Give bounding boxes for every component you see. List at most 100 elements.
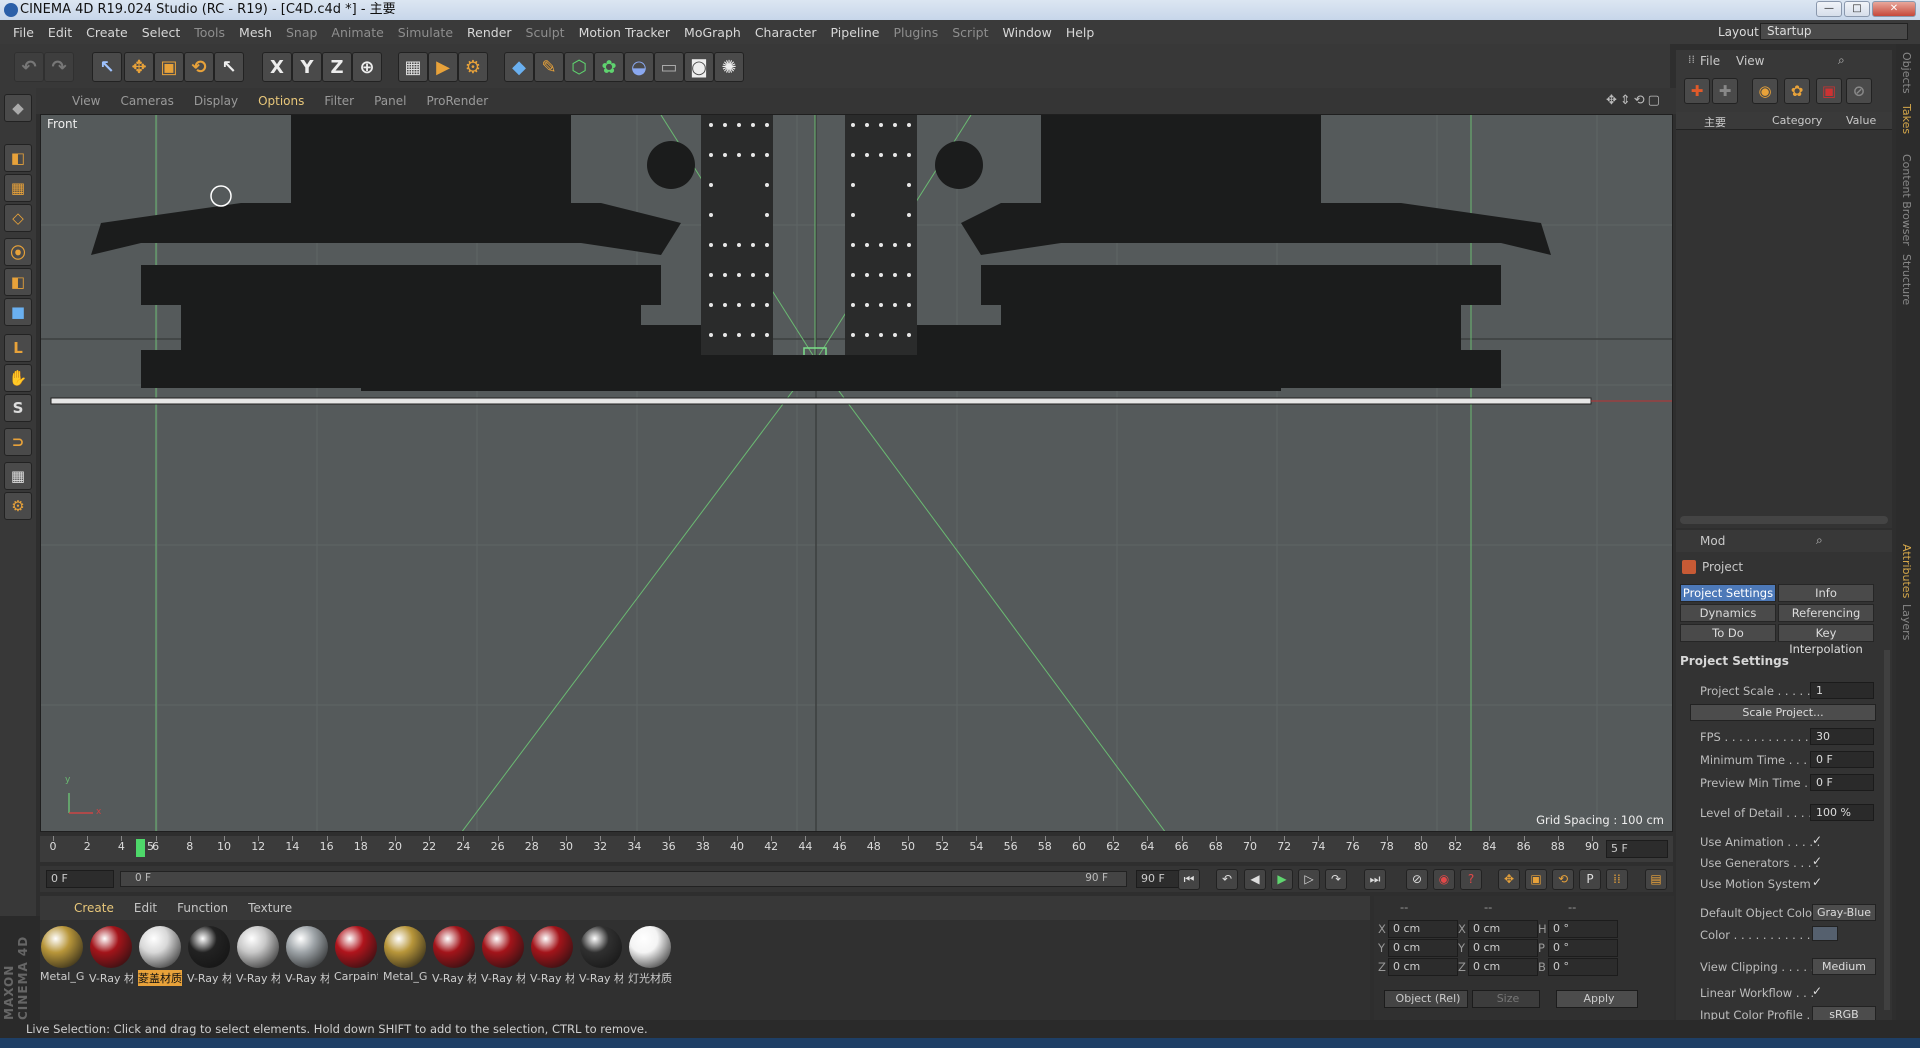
material-swatch[interactable]: V-Ray 材 [481, 926, 525, 990]
right-tab-objects[interactable]: Objects [1900, 52, 1913, 94]
object-h-scrollbar[interactable] [1680, 516, 1888, 524]
coord-field[interactable]: 0 ° [1548, 958, 1618, 976]
material-menu-texture[interactable]: Texture [238, 901, 302, 915]
menu-simulate[interactable]: Simulate [391, 25, 460, 40]
right-tab-structure[interactable]: Structure [1900, 254, 1913, 305]
material-swatch[interactable]: 灯光材质 [628, 926, 672, 990]
attr-checkbox[interactable]: ✓ [1812, 833, 1822, 847]
start-frame-field[interactable]: 0 F [46, 870, 114, 888]
attr-value-field[interactable]: 100 % [1810, 804, 1874, 821]
tab-info[interactable]: Info [1778, 584, 1874, 602]
z-axis-icon[interactable]: Z [322, 52, 352, 82]
menu-window[interactable]: Window [996, 25, 1059, 40]
attr-search-icon[interactable]: ⌕ [1816, 533, 1823, 548]
menu-file[interactable]: File [6, 25, 41, 40]
timeline-ruler[interactable]: 5 5 F 0 2 4 6 8 10 12 14 16 18 20 22 24 26 28 30 32 34 36 3… [40, 836, 1673, 862]
attr-value-field[interactable]: 1 [1810, 682, 1874, 699]
tab-to-do[interactable]: To Do [1680, 624, 1776, 642]
recent-tool-icon[interactable]: ↖ [214, 52, 244, 82]
attr-value-field[interactable]: 30 [1810, 728, 1874, 745]
menu-select[interactable]: Select [135, 25, 188, 40]
key-position-icon[interactable]: ✥ [1498, 869, 1520, 890]
attribute-mode-menu[interactable]: Mod [1700, 534, 1725, 548]
tab-referencing[interactable]: Referencing [1778, 604, 1874, 622]
material-swatch[interactable]: Metal_G [40, 926, 84, 990]
viewport-menu-filter[interactable]: Filter [314, 94, 364, 108]
menu-character[interactable]: Character [748, 25, 824, 40]
material-menu-function[interactable]: Function [167, 901, 238, 915]
viewport-menu-display[interactable]: Display [184, 94, 248, 108]
object-menu-file[interactable]: File [1700, 54, 1720, 68]
menu-script[interactable]: Script [945, 25, 995, 40]
coord-field[interactable]: 0 ° [1548, 939, 1618, 957]
viewport-front[interactable]: Front y x Grid Spacing : 100 cm [40, 114, 1673, 832]
tab-key-interpolation[interactable]: Key Interpolation [1778, 624, 1874, 656]
viewport-menu-view[interactable]: View [62, 94, 110, 108]
scale-icon[interactable]: ▣ [154, 52, 184, 82]
step-forward-icon[interactable]: ▷ [1298, 869, 1320, 890]
preview-range-slider[interactable]: 0 F 90 F [120, 871, 1127, 887]
cube-icon[interactable]: ◆ [504, 52, 534, 82]
coord-field[interactable]: 0 cm [1468, 920, 1538, 938]
attr-checkbox[interactable]: ✓ [1812, 984, 1822, 998]
menu-mesh[interactable]: Mesh [232, 25, 279, 40]
menu-pipeline[interactable]: Pipeline [824, 25, 887, 40]
y-axis-icon[interactable]: Y [292, 52, 322, 82]
polygons-mode-icon[interactable]: ■ [4, 298, 32, 326]
key-scale-icon[interactable]: ▣ [1525, 869, 1547, 890]
close-button[interactable]: ✕ [1872, 1, 1916, 17]
right-tab-takes[interactable]: Takes [1900, 104, 1913, 134]
scale-project-button[interactable]: Scale Project... [1690, 704, 1876, 721]
coord-field[interactable]: 0 cm [1468, 958, 1538, 976]
floor-icon[interactable]: ▭ [654, 52, 684, 82]
coord-field[interactable]: 0 cm [1388, 958, 1458, 976]
lock-override-icon[interactable]: ⊘ [1846, 78, 1872, 104]
auto-take-icon[interactable]: ✿ [1784, 78, 1810, 104]
coord-field[interactable]: 0 cm [1388, 939, 1458, 957]
menu-animate[interactable]: Animate [324, 25, 390, 40]
menu-edit[interactable]: Edit [41, 25, 79, 40]
pen-icon[interactable]: ✎ [534, 52, 564, 82]
viewport-menu-cameras[interactable]: Cameras [110, 94, 183, 108]
viewport-menu-panel[interactable]: Panel [364, 94, 416, 108]
redo-icon[interactable]: ↷ [44, 52, 74, 82]
cloner-icon[interactable]: ✿ [594, 52, 624, 82]
coord-mode-dropdown[interactable]: Object (Rel) [1384, 990, 1468, 1008]
menu-sculpt[interactable]: Sculpt [519, 25, 572, 40]
go-to-end-icon[interactable]: ⏭ [1364, 869, 1386, 890]
menu-mograph[interactable]: MoGraph [677, 25, 748, 40]
attr-color-swatch[interactable] [1812, 926, 1838, 941]
material-menu-edit[interactable]: Edit [124, 901, 167, 915]
right-tab-layers[interactable]: Layers [1900, 604, 1913, 640]
tab-dynamics[interactable]: Dynamics [1680, 604, 1776, 622]
texture-mode-icon[interactable]: ▦ [4, 174, 32, 202]
material-swatch[interactable]: V-Ray 材 [236, 926, 280, 990]
camera-icon[interactable]: ◙ [684, 52, 714, 82]
points-mode-icon[interactable]: ⦿ [4, 238, 32, 266]
deformer-icon[interactable]: ◒ [624, 52, 654, 82]
material-swatch[interactable]: V-Ray 材 [89, 926, 133, 990]
material-swatch[interactable]: V-Ray 材 [187, 926, 231, 990]
column-main[interactable]: 主要 [1704, 114, 1726, 130]
maximize-button[interactable]: □ [1844, 1, 1870, 17]
axis-mode-icon[interactable]: L [4, 334, 32, 362]
material-menu-create[interactable]: Create [64, 901, 124, 915]
material-swatch[interactable]: 菱盖材质 [138, 926, 182, 990]
current-frame-field[interactable]: 5 F [1606, 840, 1668, 858]
key-rotation-icon[interactable]: ⟲ [1552, 869, 1574, 890]
solo-icon[interactable]: S [4, 394, 32, 422]
render-take-icon[interactable]: ▣ [1816, 78, 1842, 104]
minimize-button[interactable]: — [1816, 1, 1842, 17]
coord-field[interactable]: 0 cm [1388, 920, 1458, 938]
override-icon[interactable]: ◉ [1752, 78, 1778, 104]
current-frame-marker[interactable] [136, 839, 145, 857]
render-picture-viewer-icon[interactable]: ▶ [428, 52, 458, 82]
viewport-menu-options[interactable]: Options [248, 94, 314, 108]
material-swatch[interactable]: Carpaint [334, 926, 378, 990]
viewport-menu-prorender[interactable]: ProRender [416, 94, 498, 108]
key-pla-icon[interactable]: ⁞⁞ [1606, 869, 1628, 890]
right-tab-attributes[interactable]: Attributes [1900, 544, 1913, 598]
light-icon[interactable]: ✺ [714, 52, 744, 82]
record-off-icon[interactable]: ⊘ [1406, 869, 1428, 890]
key-parameter-icon[interactable]: P [1579, 869, 1601, 890]
